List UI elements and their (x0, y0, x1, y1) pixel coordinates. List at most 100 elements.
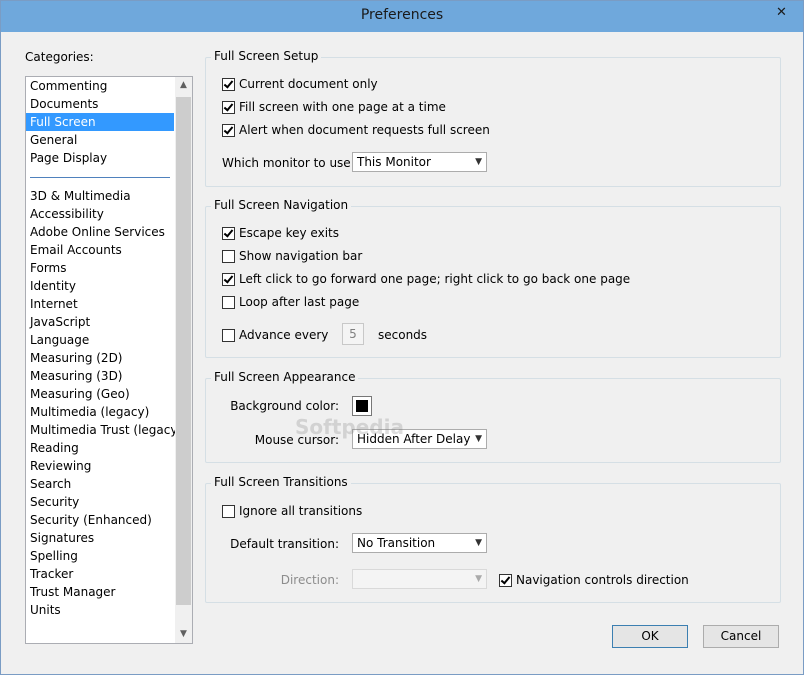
categories-scrollbar[interactable]: ▲ ▼ (175, 77, 192, 643)
window-title: Preferences (360, 7, 444, 23)
category-item-documents[interactable]: Documents (26, 95, 174, 113)
alert-full-screen-checkbox[interactable]: Alert when document requests full screen (222, 123, 490, 137)
fill-screen-checkbox[interactable]: Fill screen with one page at a time (222, 100, 446, 114)
checkbox-box[interactable] (222, 226, 235, 240)
cancel-button[interactable]: Cancel (703, 625, 779, 648)
checkbox-box[interactable] (222, 100, 235, 114)
category-item-trust-manager[interactable]: Trust Manager (26, 583, 174, 601)
checkbox-box[interactable] (222, 249, 235, 263)
left-click-forward-label: Left click to go forward one page; right… (239, 272, 631, 286)
category-item-spelling[interactable]: Spelling (26, 547, 174, 565)
current-document-only-label: Current document only (239, 77, 378, 91)
category-item-units[interactable]: Units (26, 601, 174, 619)
mouse-cursor-select[interactable]: Hidden After Delay ▼ (352, 429, 487, 449)
category-item-tracker[interactable]: Tracker (26, 565, 174, 583)
chevron-down-icon: ▼ (475, 434, 482, 444)
category-item-internet[interactable]: Internet (26, 295, 174, 313)
categories-items: Commenting Documents Full Screen General Pag… (26, 77, 182, 619)
mouse-cursor-value: Hidden After Delay (357, 432, 471, 446)
category-item-security[interactable]: Security (26, 493, 174, 511)
seconds-label: seconds (378, 328, 428, 342)
scroll-down-icon[interactable]: ▼ (175, 626, 192, 643)
monitor-select-value: This Monitor (357, 155, 431, 169)
categories-label: Categories: (25, 50, 94, 64)
show-navigation-bar-checkbox[interactable]: Show navigation bar (222, 249, 362, 263)
scroll-thumb[interactable] (176, 97, 191, 605)
show-navigation-bar-label: Show navigation bar (239, 249, 363, 263)
advance-every-label: Advance every (239, 328, 329, 342)
left-click-forward-checkbox[interactable]: Left click to go forward one page; right… (222, 272, 630, 286)
checkbox-box[interactable] (222, 328, 235, 342)
transitions-group-title: Full Screen Transitions (211, 475, 351, 489)
background-color-swatch[interactable] (352, 396, 372, 416)
default-transition-value: No Transition (357, 536, 436, 550)
escape-key-exits-checkbox[interactable]: Escape key exits (222, 226, 339, 240)
category-item-search[interactable]: Search (26, 475, 174, 493)
navigation-controls-direction-label: Navigation controls direction (516, 573, 689, 587)
category-item-reading[interactable]: Reading (26, 439, 174, 457)
category-item-measuring-2d[interactable]: Measuring (2D) (26, 349, 174, 367)
checkbox-box[interactable] (222, 272, 235, 286)
category-separator (30, 177, 170, 178)
categories-list[interactable]: Commenting Documents Full Screen General Pag… (25, 76, 193, 644)
category-item-commenting[interactable]: Commenting (26, 77, 174, 95)
chevron-down-icon: ▼ (475, 157, 482, 167)
ok-button[interactable]: OK (612, 625, 688, 648)
category-item-general[interactable]: General (26, 131, 174, 149)
checkbox-box[interactable] (222, 123, 235, 137)
category-item-3d-multimedia[interactable]: 3D & Multimedia (26, 187, 174, 205)
category-item-email-accounts[interactable]: Email Accounts (26, 241, 174, 259)
dialog-body: Categories: Commenting Documents Full Scre… (9, 32, 795, 666)
fill-screen-label: Fill screen with one page at a time (239, 100, 446, 114)
category-item-language[interactable]: Language (26, 331, 174, 349)
mouse-cursor-label: Mouse cursor: (254, 433, 339, 447)
monitor-select[interactable]: This Monitor ▼ (352, 152, 487, 172)
category-item-multimedia-trust-legacy[interactable]: Multimedia Trust (legacy) (26, 421, 182, 439)
category-item-reviewing[interactable]: Reviewing (26, 457, 174, 475)
default-transition-label: Default transition: (230, 537, 339, 551)
category-item-multimedia-legacy[interactable]: Multimedia (legacy) (26, 403, 174, 421)
preferences-window: Preferences ✕ Categories: Commenting Docu… (0, 0, 804, 675)
loop-after-last-page-label: Loop after last page (239, 295, 360, 309)
category-item-identity[interactable]: Identity (26, 277, 174, 295)
chevron-down-icon: ▼ (475, 538, 482, 548)
full-screen-transitions-group: Full Screen Transitions Ignore all trans… (205, 475, 781, 603)
navigation-group-title: Full Screen Navigation (211, 198, 352, 212)
ignore-transitions-checkbox[interactable]: Ignore all transitions (222, 504, 362, 518)
current-document-only-checkbox[interactable]: Current document only (222, 77, 378, 91)
appearance-group-title: Full Screen Appearance (211, 370, 359, 384)
chevron-down-icon: ▼ (475, 574, 482, 584)
loop-after-last-page-checkbox[interactable]: Loop after last page (222, 295, 359, 309)
category-item-security-enhanced[interactable]: Security (Enhanced) (26, 511, 174, 529)
category-item-javascript[interactable]: JavaScript (26, 313, 174, 331)
setup-group-title: Full Screen Setup (211, 49, 322, 63)
default-transition-select[interactable]: No Transition ▼ (352, 533, 487, 553)
category-item-signatures[interactable]: Signatures (26, 529, 174, 547)
checkbox-box[interactable] (499, 573, 512, 587)
close-icon[interactable]: ✕ (766, 2, 797, 22)
category-item-forms[interactable]: Forms (26, 259, 174, 277)
checkbox-box[interactable] (222, 295, 235, 309)
category-item-accessibility[interactable]: Accessibility (26, 205, 174, 223)
direction-select[interactable]: ▼ (352, 569, 487, 589)
alert-full-screen-label: Alert when document requests full screen (239, 123, 490, 137)
direction-label: Direction: (280, 573, 339, 587)
full-screen-navigation-group: Full Screen Navigation Escape key exits … (205, 198, 781, 358)
full-screen-appearance-group: Full Screen Appearance Background color:… (205, 370, 781, 463)
category-item-page-display[interactable]: Page Display (26, 149, 174, 167)
category-item-measuring-3d[interactable]: Measuring (3D) (26, 367, 174, 385)
title-bar[interactable]: Preferences ✕ (1, 1, 803, 32)
navigation-controls-direction-checkbox[interactable]: Navigation controls direction (499, 573, 689, 587)
full-screen-setup-group: Full Screen Setup Current document only … (205, 49, 781, 187)
advance-seconds-input[interactable]: 5 (342, 323, 364, 345)
ignore-transitions-label: Ignore all transitions (239, 504, 363, 518)
checkbox-box[interactable] (222, 504, 235, 518)
monitor-label: Which monitor to use: (222, 156, 355, 170)
category-item-adobe-online-services[interactable]: Adobe Online Services (26, 223, 174, 241)
category-item-measuring-geo[interactable]: Measuring (Geo) (26, 385, 174, 403)
advance-every-checkbox[interactable]: Advance every (222, 328, 328, 342)
category-item-full-screen[interactable]: Full Screen (26, 113, 174, 131)
background-color-label: Background color: (230, 399, 339, 413)
scroll-up-icon[interactable]: ▲ (175, 77, 192, 94)
checkbox-box[interactable] (222, 77, 235, 91)
